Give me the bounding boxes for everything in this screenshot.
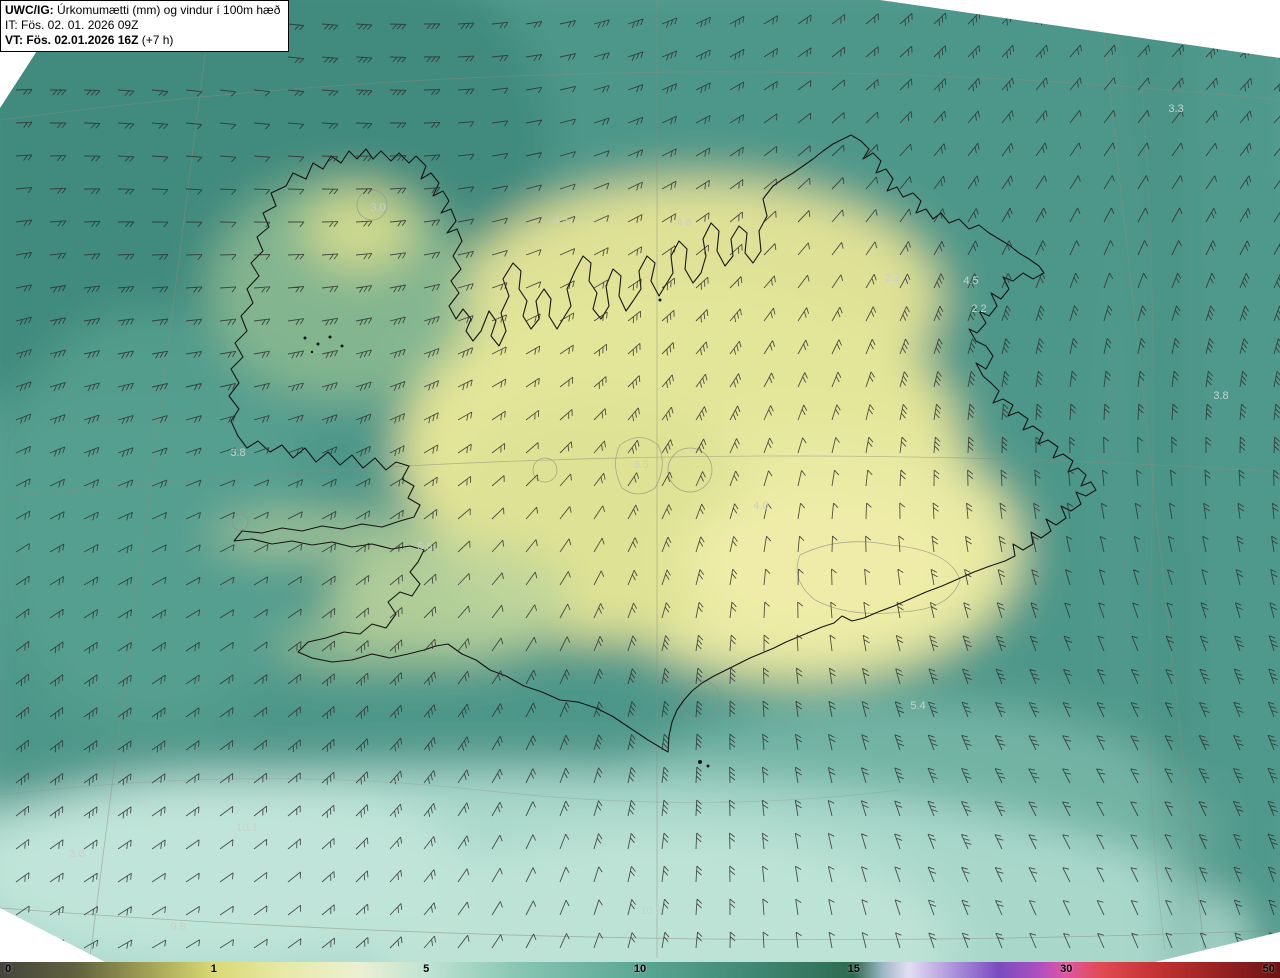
map-canvas: 3.3 3.0 4.5 4.8 2.2 4.5 2.2 3.8 3.8 3.5 4.0 5.5 5.4 1… (0, 0, 1280, 962)
precip-value-label: 3.0 (370, 202, 385, 214)
precip-value-label: 10.2 (640, 905, 661, 917)
colorbar-tick-30: 30 (1060, 963, 1073, 975)
product-source: UWC/IG: (5, 3, 54, 17)
colorbar-tick-10: 10 (633, 963, 647, 975)
precip-value-label: 10.1 (236, 822, 257, 834)
precip-value-label: 4.5 (963, 275, 978, 287)
colorbar-tick-15: 15 (847, 963, 860, 975)
precip-value-label: 4.8 (676, 217, 691, 229)
colorbar-tick-1: 1 (210, 963, 217, 975)
precip-value-label: 2.2 (971, 303, 986, 315)
precip-value-label: 5.4 (910, 700, 925, 712)
colorbar-tick-0: 0 (5, 963, 12, 975)
colorbar: 0 1 5 10 15 30 50 (0, 962, 1280, 978)
precip-value-label: 3.8 (1213, 390, 1228, 402)
colorbar-tick-5: 5 (423, 963, 430, 975)
precip-value-label: 3.8 (230, 447, 245, 459)
colorbar-tick-50: 50 (1262, 963, 1275, 975)
precip-value-label: 3.6 (69, 848, 84, 860)
precip-value-label: 4.5 (553, 215, 568, 227)
valid-time: VT: Fös. 02.01.2026 16Z (+7 h) (5, 33, 174, 47)
init-time: IT: Fös. 02. 01. 2026 09Z (5, 18, 139, 32)
weather-map-screen: 3.3 3.0 4.5 4.8 2.2 4.5 2.2 3.8 3.8 3.5 4.0 5.5 5.4 1… (0, 0, 1280, 978)
precipitation-field (0, 0, 1280, 962)
product-title: UWC/IG: Úrkomumætti (mm) og vindur í 100… (5, 3, 281, 17)
precip-value-label: 5.5 (417, 541, 432, 553)
title-box: UWC/IG: Úrkomumætti (mm) og vindur í 100… (0, 0, 290, 52)
precip-value-label: 3.3 (1168, 103, 1183, 115)
precip-value-label: 3.5 (633, 459, 648, 471)
precip-value-label: 4.0 (753, 500, 768, 512)
precip-value-label: 2.2 (885, 272, 900, 284)
precip-value-label: 9.8 (170, 921, 185, 933)
